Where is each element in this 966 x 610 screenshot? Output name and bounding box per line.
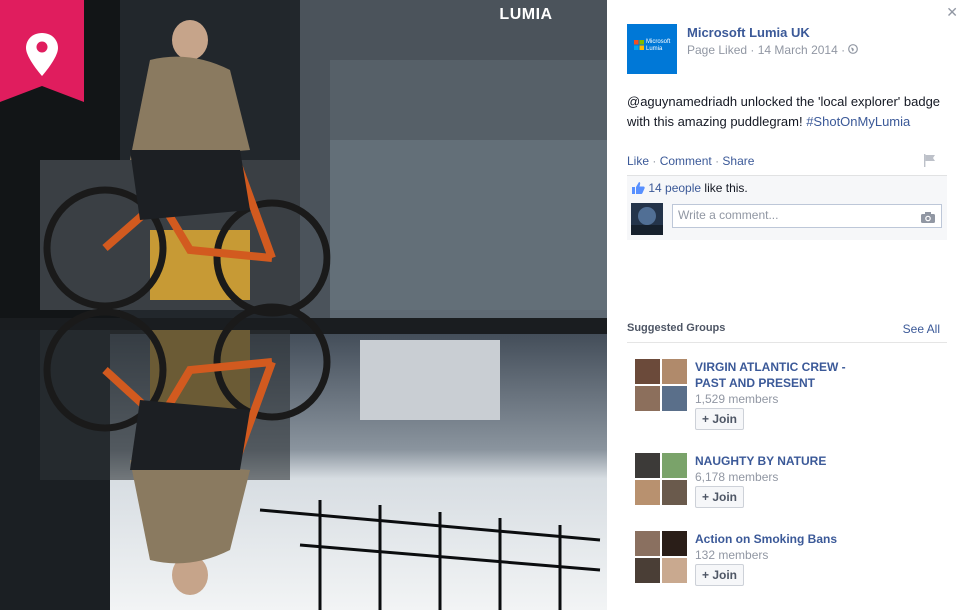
like-button[interactable]: Like bbox=[627, 154, 649, 168]
camera-icon[interactable] bbox=[921, 210, 935, 228]
group-member-thumbnails[interactable] bbox=[635, 531, 687, 583]
group-name-link[interactable]: Action on Smoking Bans bbox=[695, 531, 855, 547]
likes-summary: 14 people like this. bbox=[631, 181, 748, 195]
likes-suffix: like this. bbox=[701, 181, 748, 195]
microsoft-logo-icon bbox=[634, 40, 644, 50]
divider bbox=[627, 342, 947, 343]
comment-input[interactable] bbox=[673, 205, 918, 225]
post-meta-text: Page Liked · 14 March 2014 · bbox=[687, 43, 846, 57]
post-meta: Page Liked · 14 March 2014 · bbox=[687, 43, 859, 57]
group-name-link[interactable]: VIRGIN ATLANTIC CREW - PAST AND PRESENT bbox=[695, 359, 855, 391]
close-icon[interactable]: ✕ bbox=[946, 4, 958, 21]
hashtag-link[interactable]: #ShotOnMyLumia bbox=[806, 114, 910, 129]
globe-icon bbox=[848, 43, 859, 57]
join-group-button[interactable]: + Join bbox=[695, 564, 745, 586]
page-logo[interactable]: Microsoft Lumia bbox=[627, 24, 677, 74]
post-photo[interactable]: LUMIA bbox=[0, 0, 607, 610]
flag-icon[interactable] bbox=[923, 154, 936, 172]
group-member-thumbnails[interactable] bbox=[635, 359, 687, 411]
group-member-count: 6,178 members bbox=[695, 470, 779, 484]
post-actions: Like · Comment · Share bbox=[627, 154, 755, 168]
feedback-box: 14 people like this. bbox=[627, 175, 947, 240]
page-name-link[interactable]: Microsoft Lumia UK bbox=[687, 25, 810, 40]
group-member-count: 1,529 members bbox=[695, 392, 779, 406]
suggested-groups-heading: Suggested Groups bbox=[627, 322, 726, 334]
post-sidebar: ✕ Microsoft Lumia Microsoft Lumia UK Pag… bbox=[607, 0, 966, 610]
avatar[interactable] bbox=[631, 203, 663, 235]
likes-count-link[interactable]: 14 people bbox=[648, 181, 701, 195]
comment-button[interactable]: Comment bbox=[660, 154, 712, 168]
lumia-badge-label: LUMIA bbox=[499, 6, 553, 23]
thumbs-up-icon bbox=[631, 181, 648, 195]
see-all-link[interactable]: See All bbox=[903, 322, 940, 336]
share-button[interactable]: Share bbox=[722, 154, 754, 168]
puddle-photo-image bbox=[0, 0, 607, 610]
join-group-button[interactable]: + Join bbox=[695, 486, 745, 508]
post-caption: @aguynamedriadh unlocked the 'local expl… bbox=[627, 92, 947, 132]
group-name-link[interactable]: NAUGHTY BY NATURE bbox=[695, 453, 855, 469]
lumia-badge bbox=[0, 0, 84, 102]
logo-text: Microsoft Lumia bbox=[646, 39, 671, 52]
comment-field-wrapper bbox=[672, 204, 942, 228]
join-group-button[interactable]: + Join bbox=[695, 408, 745, 430]
group-member-thumbnails[interactable] bbox=[635, 453, 687, 505]
group-member-count: 132 members bbox=[695, 548, 769, 562]
